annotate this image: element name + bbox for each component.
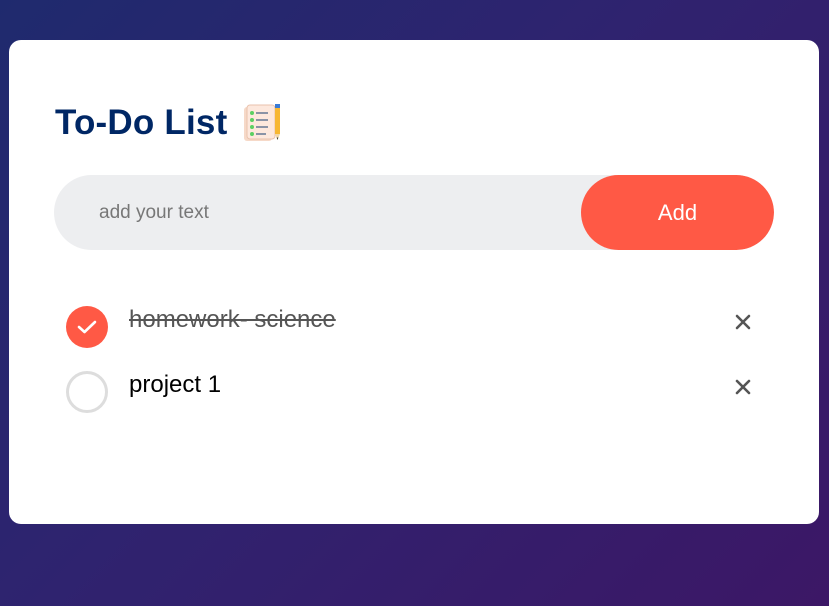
add-button[interactable]: Add <box>581 175 774 250</box>
notepad-pencil-icon <box>241 102 283 144</box>
remove-task-button[interactable] <box>731 375 755 399</box>
task-label: project 1 <box>129 371 222 398</box>
task-checkbox-unchecked[interactable] <box>66 371 108 413</box>
task-label: homework- science <box>129 306 336 333</box>
header: To-Do List <box>55 102 283 144</box>
close-icon <box>735 314 751 330</box>
add-task-row: Add <box>54 175 774 250</box>
task-input[interactable] <box>54 175 581 250</box>
page-title: To-Do List <box>55 103 228 142</box>
task-list: homework- science project 1 <box>66 294 776 424</box>
remove-task-button[interactable] <box>731 310 755 334</box>
check-icon <box>77 320 97 334</box>
task-checkbox-checked[interactable] <box>66 306 108 348</box>
list-item[interactable]: project 1 <box>66 359 776 424</box>
close-icon <box>735 379 751 395</box>
todo-card: To-Do List Add <box>9 40 819 524</box>
list-item[interactable]: homework- science <box>66 294 776 359</box>
